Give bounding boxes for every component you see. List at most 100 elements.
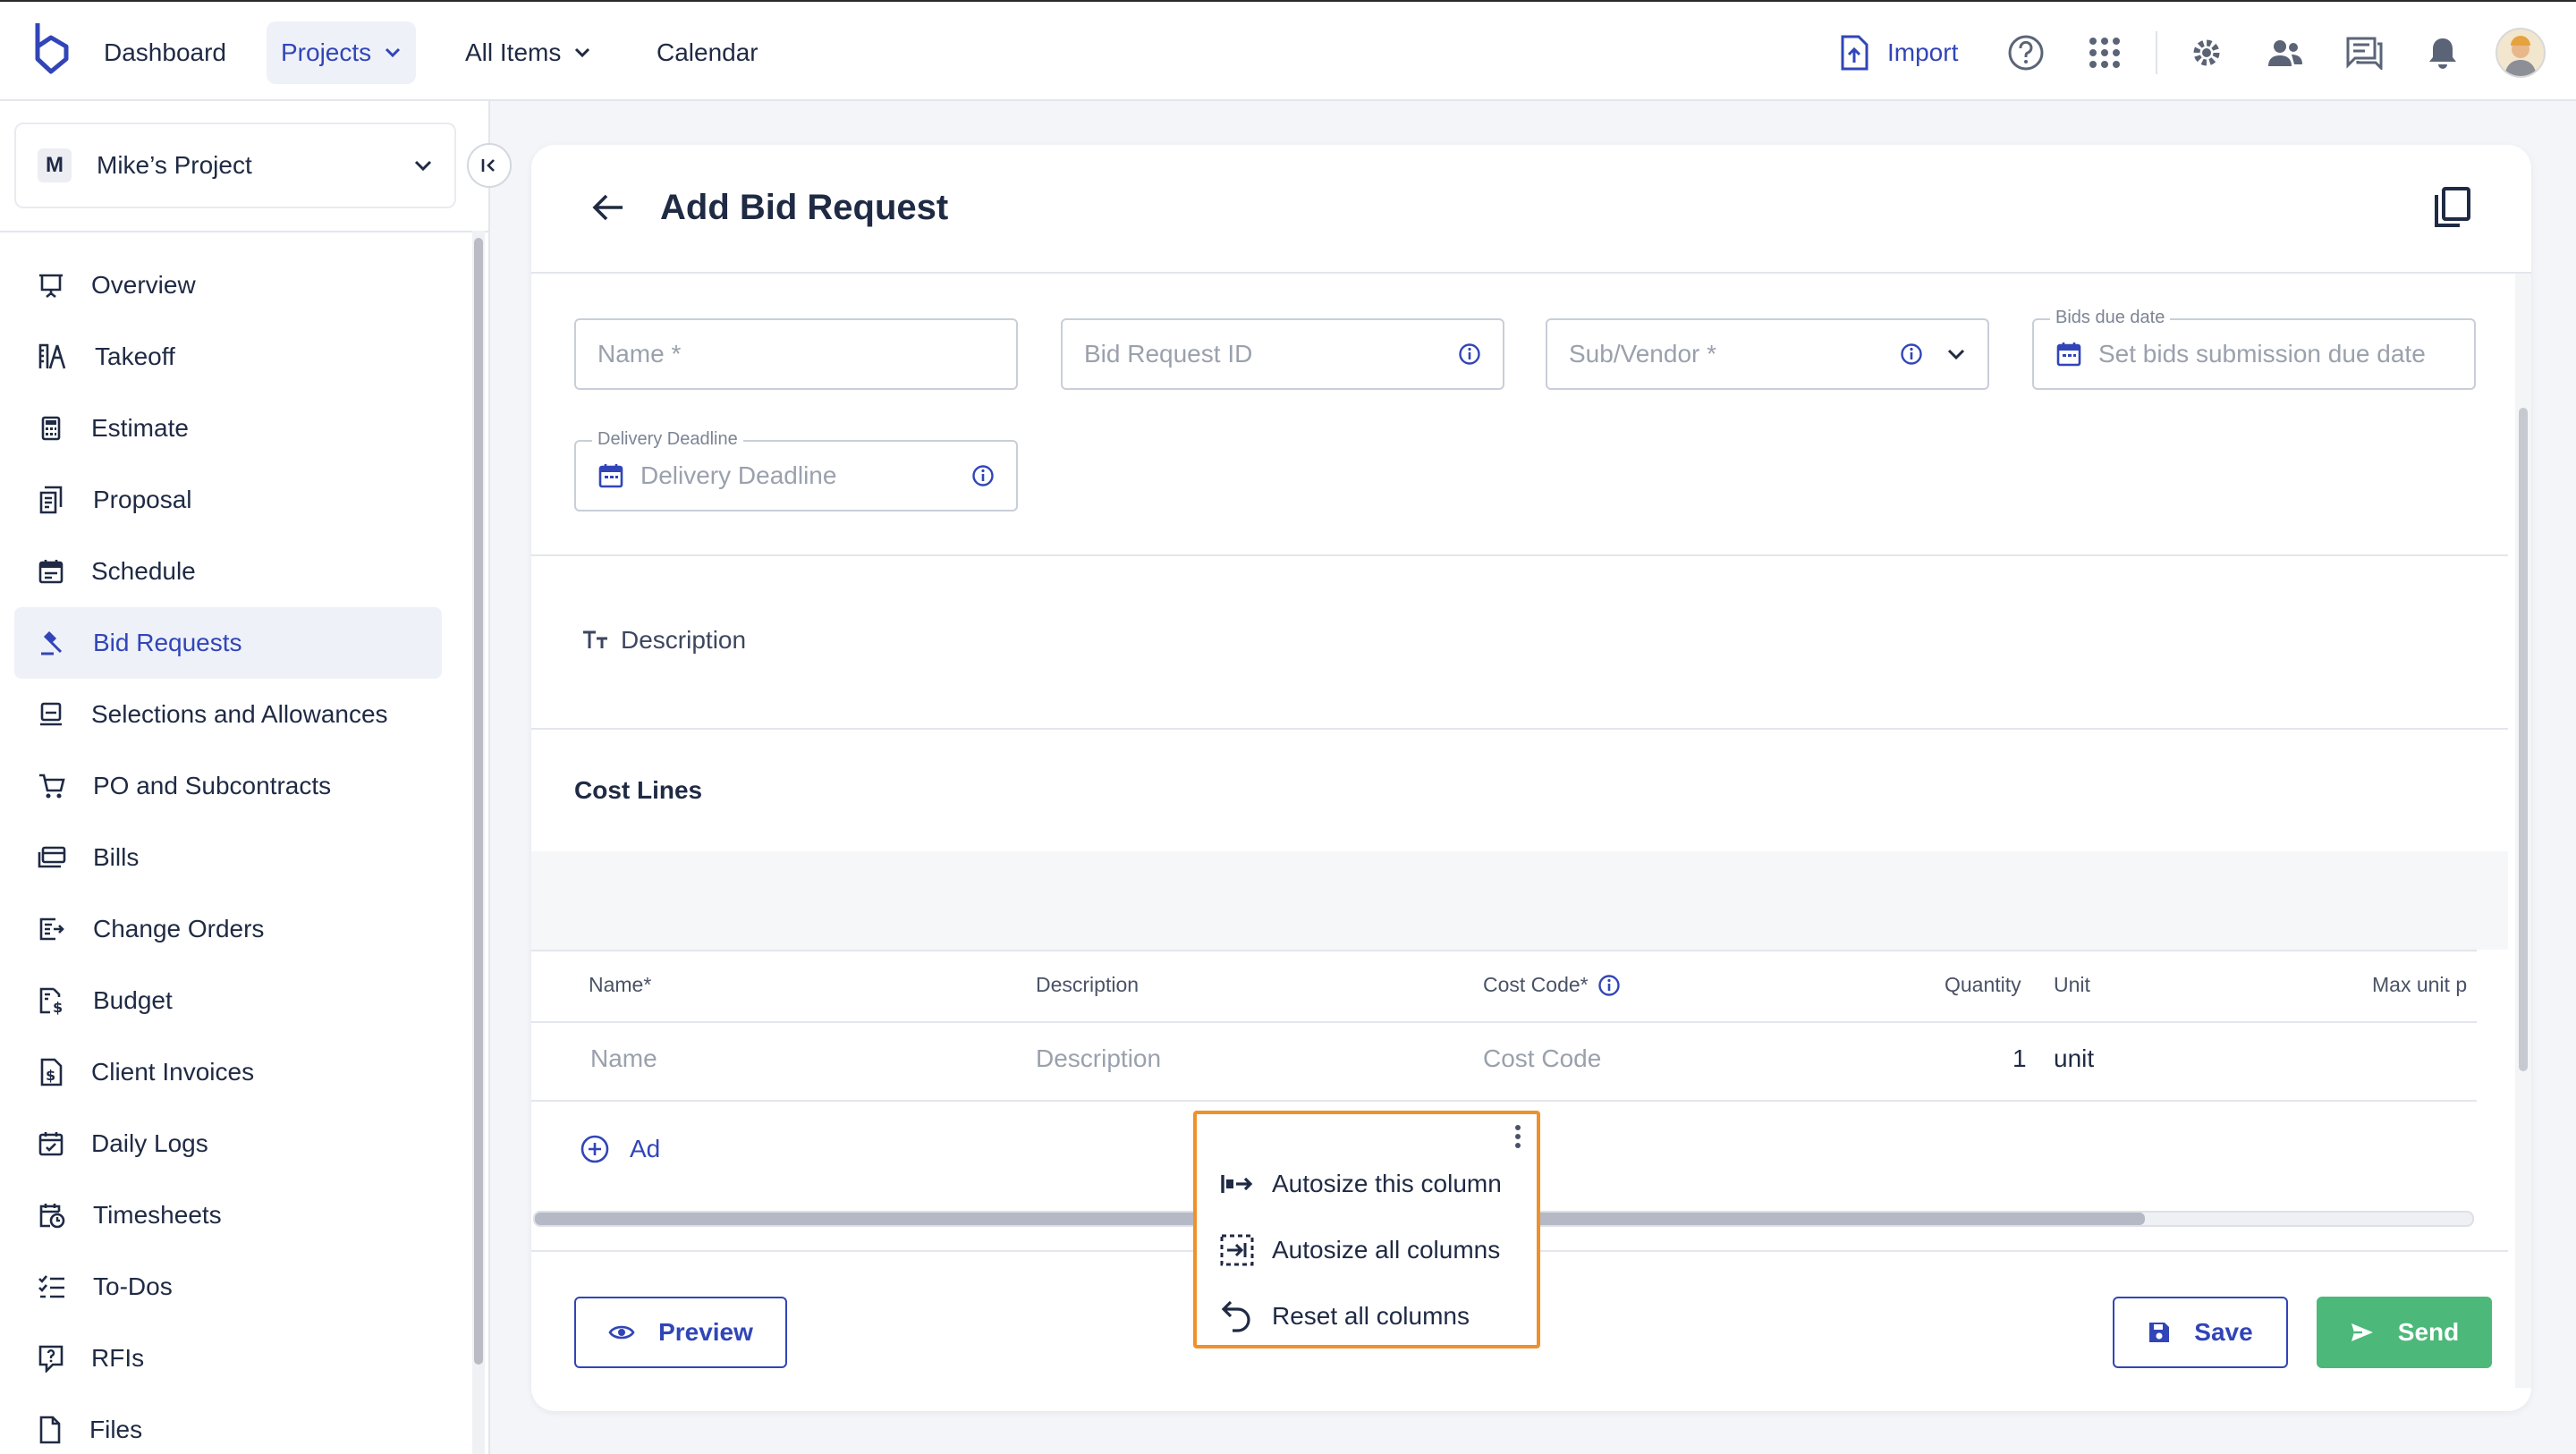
- preview-button[interactable]: Preview: [574, 1297, 787, 1368]
- bids-due-date-field[interactable]: Bids due date Set bids submission due da…: [2032, 308, 2476, 390]
- sidebar-divider: [0, 231, 490, 232]
- column-header-cost-code[interactable]: Cost Code*: [1483, 973, 1621, 997]
- floppy-disk-icon: [2149, 1323, 2170, 1342]
- sidebar-item-estimate[interactable]: Estimate: [14, 393, 442, 464]
- sidebar-item-change-orders[interactable]: Change Orders: [14, 893, 442, 965]
- nav-all-items[interactable]: All Items: [451, 21, 606, 84]
- info-icon[interactable]: [1900, 342, 1923, 366]
- column-header-name[interactable]: Name*: [589, 973, 651, 997]
- sidebar-item-client-invoices[interactable]: $ Client Invoices: [14, 1036, 442, 1108]
- info-icon[interactable]: [1597, 974, 1621, 997]
- project-selector[interactable]: M Mike’s Project: [14, 123, 456, 208]
- gear-icon[interactable]: [2181, 27, 2233, 79]
- sidebar-item-label: Takeoff: [95, 342, 175, 370]
- sidebar-item-todos[interactable]: To-Dos: [14, 1251, 442, 1323]
- user-avatar[interactable]: [2496, 28, 2546, 78]
- save-button[interactable]: Save: [2113, 1297, 2288, 1368]
- card-header: Add Bid Request: [531, 145, 2531, 274]
- sidebar-scrollbar[interactable]: [472, 231, 485, 1454]
- reset-all-columns-option[interactable]: Reset all columns: [1220, 1298, 1470, 1334]
- sidebar-item-bills[interactable]: Bills: [14, 822, 442, 893]
- calendar-icon: [38, 560, 64, 584]
- budget-icon: $: [39, 987, 63, 1015]
- info-icon[interactable]: [1458, 342, 1481, 366]
- sidebar-item-daily-logs[interactable]: Daily Logs: [14, 1108, 442, 1179]
- column-context-menu: Autosize this column Autosize all column…: [1193, 1111, 1540, 1348]
- cell-unit[interactable]: unit: [2054, 1044, 2094, 1073]
- delivery-deadline-placeholder: Delivery Deadline: [640, 461, 837, 489]
- send-icon: [2351, 1323, 2373, 1341]
- sidebar-item-label: Timesheets: [93, 1201, 222, 1229]
- invoice-icon: $: [40, 1058, 63, 1086]
- sidebar-item-label: Selections and Allowances: [91, 700, 388, 728]
- sidebar-item-takeoff[interactable]: Takeoff: [14, 321, 442, 393]
- undo-icon: [1221, 1300, 1250, 1332]
- file-upload-icon: [1841, 35, 1868, 71]
- chat-icon[interactable]: [2338, 27, 2390, 79]
- calendar-icon: [2056, 342, 2081, 367]
- bell-icon[interactable]: [2417, 27, 2469, 79]
- info-icon[interactable]: [971, 464, 995, 487]
- autosize-this-column-option[interactable]: Autosize this column: [1220, 1170, 1502, 1198]
- cell-cost-code[interactable]: Cost Code: [1483, 1044, 1601, 1073]
- sidebar-item-budget[interactable]: $ Budget: [14, 965, 442, 1036]
- sidebar-item-overview[interactable]: Overview: [14, 249, 442, 321]
- sidebar-item-label: Overview: [91, 271, 196, 299]
- nav-dashboard[interactable]: Dashboard: [89, 21, 241, 84]
- card-vertical-scrollbar[interactable]: [2515, 274, 2531, 1388]
- sidebar-item-files[interactable]: Files: [14, 1394, 442, 1454]
- collapse-left-icon: [481, 159, 495, 172]
- cell-description[interactable]: Description: [1036, 1044, 1161, 1073]
- kebab-menu-icon[interactable]: [1513, 1123, 1522, 1150]
- description-editor[interactable]: Description: [581, 626, 746, 655]
- sidebar-item-selections[interactable]: Selections and Allowances: [14, 679, 442, 750]
- column-header-unit[interactable]: Unit: [2054, 973, 2090, 997]
- delivery-deadline-field[interactable]: Delivery Deadline Delivery Deadline: [574, 429, 1018, 511]
- save-label: Save: [2194, 1318, 2253, 1346]
- rfi-icon: [38, 1345, 64, 1373]
- toolbar-divider: [2156, 31, 2157, 74]
- sidebar-item-label: PO and Subcontracts: [93, 772, 332, 799]
- help-icon[interactable]: [2000, 27, 2052, 79]
- nav-calendar[interactable]: Calendar: [642, 21, 773, 84]
- sidebar-item-label: Estimate: [91, 414, 189, 442]
- svg-text:$: $: [53, 999, 63, 1015]
- nav-projects-label: Projects: [281, 38, 372, 66]
- bids-due-date-label: Bids due date: [2050, 308, 2171, 328]
- sidebar-item-po-subcontracts[interactable]: PO and Subcontracts: [14, 750, 442, 822]
- preview-label: Preview: [658, 1318, 753, 1346]
- collapse-sidebar-button[interactable]: [467, 143, 512, 188]
- section-divider: [531, 728, 2508, 730]
- column-header-description[interactable]: Description: [1036, 973, 1139, 997]
- add-line-button[interactable]: Ad: [580, 1134, 660, 1164]
- sidebar-item-label: Schedule: [91, 557, 196, 585]
- presentation-icon: [39, 274, 63, 299]
- sub-vendor-select[interactable]: Sub/Vendor *: [1546, 318, 1989, 390]
- sidebar-item-timesheets[interactable]: Timesheets: [14, 1179, 442, 1251]
- change-orders-icon: [39, 917, 64, 941]
- back-arrow-icon[interactable]: [590, 191, 626, 224]
- todo-icon: [38, 1275, 64, 1298]
- sidebar-item-schedule[interactable]: Schedule: [14, 536, 442, 607]
- send-button[interactable]: Send: [2317, 1297, 2492, 1368]
- nav-projects[interactable]: Projects: [267, 21, 417, 84]
- autosize-all-icon: [1220, 1234, 1254, 1266]
- cell-name[interactable]: Name: [590, 1044, 657, 1073]
- bid-request-id-field[interactable]: Bid Request ID: [1061, 318, 1504, 390]
- name-field[interactable]: Name *: [574, 318, 1018, 390]
- apps-grid-icon[interactable]: [2079, 27, 2131, 79]
- sidebar-item-label: Daily Logs: [91, 1129, 208, 1157]
- sidebar-item-rfis[interactable]: RFIs: [14, 1323, 442, 1394]
- cell-quantity[interactable]: 1: [2012, 1044, 2027, 1073]
- file-icon: [39, 1416, 61, 1444]
- copy-icon[interactable]: [2433, 186, 2472, 231]
- autosize-all-columns-option[interactable]: Autosize all columns: [1220, 1234, 1500, 1266]
- team-icon[interactable]: [2259, 27, 2311, 79]
- sidebar-item-proposal[interactable]: Proposal: [14, 464, 442, 536]
- sidebar-item-label: Client Invoices: [91, 1058, 255, 1086]
- sidebar-item-bid-requests[interactable]: Bid Requests: [14, 607, 442, 679]
- app-logo-icon[interactable]: [30, 20, 72, 79]
- column-header-quantity[interactable]: Quantity: [1945, 973, 2021, 997]
- column-header-max-unit-price[interactable]: Max unit p: [2372, 973, 2467, 997]
- import-button[interactable]: Import: [1839, 27, 1958, 79]
